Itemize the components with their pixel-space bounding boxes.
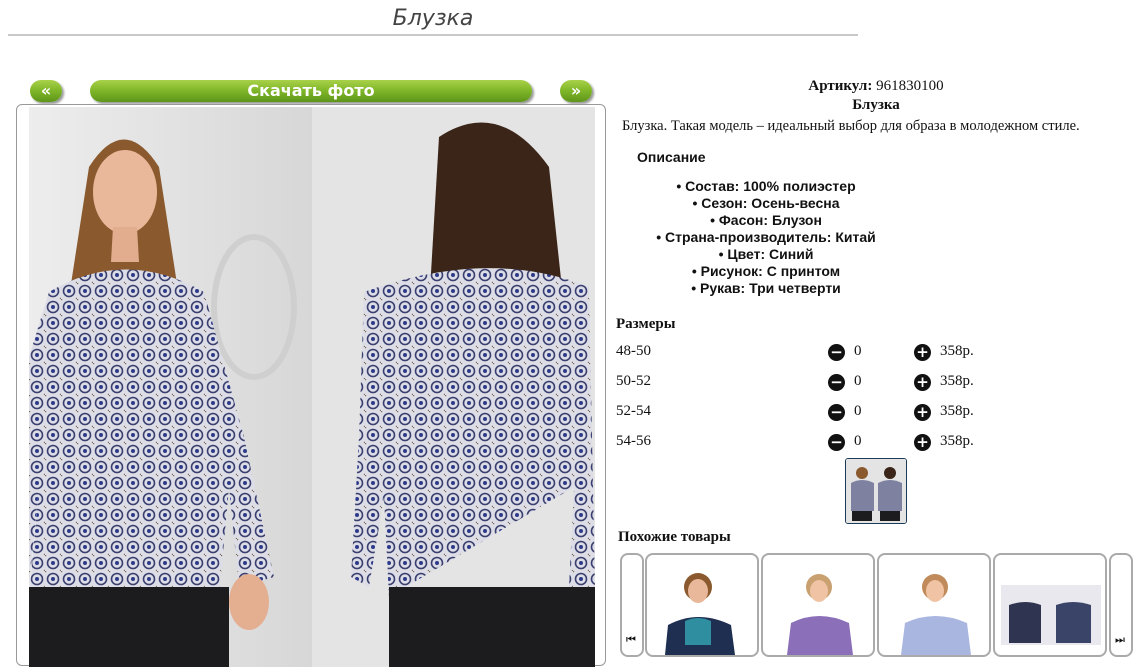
attribute-list: Состав: 100% полиэстер Сезон: Осень-весн… [616, 178, 916, 297]
similar-product-card[interactable] [993, 553, 1107, 657]
attribute-item: Рукав: Три четверти [616, 280, 916, 297]
product-short-description: Блузка. Такая модель – идеальный выбор д… [622, 118, 1080, 134]
size-row: 54-56 − 0 + 358р. [616, 433, 1036, 453]
carousel-prev-button[interactable]: ⏮ [620, 553, 644, 657]
carousel-next-button[interactable]: ⏭ [1109, 553, 1133, 657]
minus-circle-icon[interactable]: − [828, 404, 845, 421]
size-qty: 0 [854, 403, 862, 419]
attribute-item: Цвет: Синий [616, 246, 916, 263]
size-qty: 0 [854, 343, 862, 359]
minus-circle-icon[interactable]: − [828, 434, 845, 451]
minus-circle-icon[interactable]: − [828, 344, 845, 361]
photo-thumbnail[interactable] [845, 458, 907, 524]
plus-circle-icon[interactable]: + [914, 434, 931, 451]
attribute-item: Состав: 100% полиэстер [616, 178, 916, 195]
size-label: 48-50 [616, 343, 651, 359]
product-photo [29, 107, 595, 667]
size-label: 50-52 [616, 373, 651, 389]
plus-circle-icon[interactable]: + [914, 344, 931, 361]
prev-photo-button[interactable]: « [30, 80, 62, 102]
attribute-item: Рисунок: С принтом [616, 263, 916, 280]
download-photo-button[interactable]: Скачать фото [90, 80, 532, 102]
minus-circle-icon[interactable]: − [828, 374, 845, 391]
attribute-item: Сезон: Осень-весна [616, 195, 916, 212]
description-title: Описание [637, 149, 706, 165]
size-price: 358р. [940, 343, 974, 359]
next-photo-button[interactable]: » [560, 80, 592, 102]
plus-circle-icon[interactable]: + [914, 404, 931, 421]
size-qty: 0 [854, 373, 862, 389]
article-line: Артикул: 961830100 [616, 76, 1133, 96]
article-label: Артикул: [808, 78, 873, 94]
skip-back-icon: ⏮ [626, 633, 636, 646]
similar-product-card[interactable] [761, 553, 875, 657]
attribute-item: Страна-производитель: Китай [616, 229, 916, 246]
sizes-title: Размеры [616, 316, 676, 332]
page-title: Блузка [8, 4, 858, 36]
size-price: 358р. [940, 373, 974, 389]
similar-product-card[interactable] [645, 553, 759, 657]
plus-circle-icon[interactable]: + [914, 374, 931, 391]
size-row: 50-52 − 0 + 358р. [616, 373, 1036, 393]
photo-frame [16, 104, 606, 667]
size-label: 52-54 [616, 403, 651, 419]
size-label: 54-56 [616, 433, 651, 449]
skip-forward-icon: ⏭ [1115, 633, 1125, 646]
size-row: 52-54 − 0 + 358р. [616, 403, 1036, 423]
size-price: 358р. [940, 403, 974, 419]
size-row: 48-50 − 0 + 358р. [616, 343, 1036, 363]
product-name: Блузка [852, 97, 900, 113]
size-price: 358р. [940, 433, 974, 449]
similar-product-card[interactable] [877, 553, 991, 657]
similar-products-title: Похожие товары [618, 529, 731, 545]
article-value: 961830100 [876, 78, 944, 94]
attribute-item: Фасон: Блузон [616, 212, 916, 229]
size-qty: 0 [854, 433, 862, 449]
